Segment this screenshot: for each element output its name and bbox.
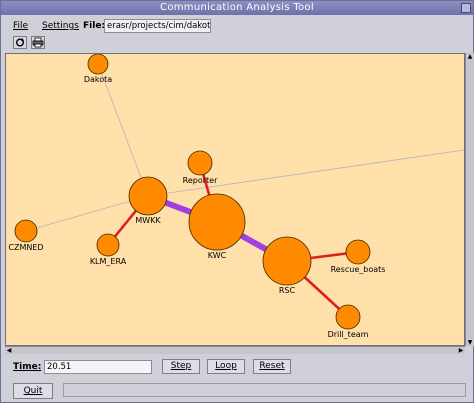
- node-label-kwc: KWC: [208, 251, 227, 260]
- refresh-button[interactable]: [13, 36, 27, 49]
- app-window: Communication Analysis Tool File Setting…: [0, 0, 474, 403]
- vertical-scrollbar[interactable]: ▲ ▼: [465, 53, 474, 346]
- scroll-right-icon[interactable]: ▶: [457, 347, 465, 354]
- time-label: Time:: [13, 362, 42, 372]
- file-path-label: File:: [83, 21, 106, 31]
- node-mwkk[interactable]: [128, 176, 168, 216]
- refresh-icon: [16, 38, 24, 47]
- scroll-left-icon[interactable]: ◀: [5, 347, 13, 354]
- menu-bar: File Settings File:: [1, 17, 473, 35]
- node-rsc[interactable]: [262, 236, 312, 286]
- quit-button[interactable]: Quit: [13, 383, 53, 399]
- reset-button[interactable]: Reset: [253, 359, 291, 374]
- node-label-drill_team: Drill_team: [328, 330, 369, 339]
- horizontal-scrollbar[interactable]: ◀ ▶: [5, 346, 465, 354]
- links-layer: [25, 63, 464, 318]
- node-czmned[interactable]: [14, 219, 38, 243]
- toolbar: [1, 36, 473, 52]
- step-button[interactable]: Step: [162, 359, 200, 374]
- menu-settings[interactable]: Settings: [42, 17, 79, 35]
- time-input[interactable]: [44, 360, 152, 374]
- node-drill_team[interactable]: [335, 304, 361, 330]
- node-reporter[interactable]: [187, 150, 213, 176]
- loop-button[interactable]: Loop: [207, 359, 245, 374]
- node-label-czmned: CZMNED: [8, 243, 43, 252]
- step-button-label: Step: [170, 361, 192, 371]
- node-label-reporter: Reporter: [183, 176, 218, 185]
- scroll-up-icon[interactable]: ▲: [466, 53, 474, 60]
- quit-button-label: Quit: [23, 386, 43, 396]
- scroll-down-icon[interactable]: ▼: [466, 339, 474, 346]
- menu-settings-label: Settings: [42, 21, 79, 31]
- network-graph[interactable]: Dakota Reporter MWKK KWC CZMNED KLM_ERA Rescue…: [6, 54, 464, 345]
- node-label-rsc: RSC: [279, 286, 296, 295]
- node-rescue_boats[interactable]: [345, 239, 371, 265]
- node-dakota[interactable]: [87, 54, 109, 75]
- window-close-icon[interactable]: [461, 3, 471, 13]
- file-path-field[interactable]: erasr/projects/cim/dakota.tl: [104, 19, 211, 33]
- print-button[interactable]: [31, 36, 45, 49]
- print-icon: [32, 37, 44, 48]
- menu-file-label: File: [13, 21, 29, 31]
- node-label-rescue_boats: Rescue_boats: [331, 265, 386, 274]
- node-label-dakota: Dakota: [84, 75, 112, 84]
- reset-button-label: Reset: [259, 361, 285, 371]
- graph-canvas[interactable]: Dakota Reporter MWKK KWC CZMNED KLM_ERA Rescue…: [5, 53, 465, 346]
- node-label-mwkk: MWKK: [135, 216, 161, 225]
- window-title: Communication Analysis Tool: [160, 2, 314, 13]
- title-bar: Communication Analysis Tool: [1, 1, 473, 15]
- loop-button-label: Loop: [215, 361, 237, 371]
- node-kwc[interactable]: [188, 193, 246, 251]
- status-bar: [63, 383, 466, 397]
- node-label-klm_era: KLM_ERA: [90, 257, 127, 266]
- node-klm_era[interactable]: [96, 233, 120, 257]
- menu-file[interactable]: File: [13, 17, 28, 35]
